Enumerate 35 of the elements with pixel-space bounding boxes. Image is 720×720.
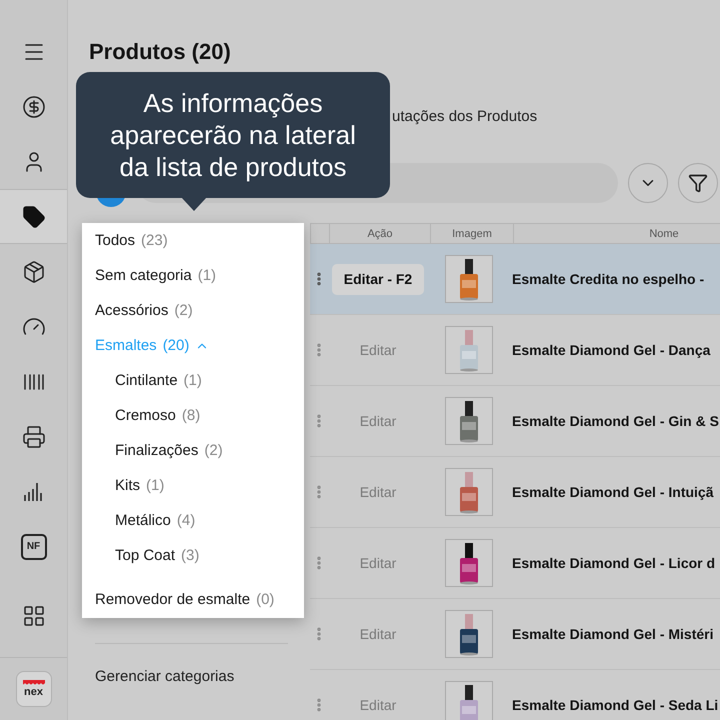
category-label: Acessórios bbox=[95, 302, 168, 319]
category-label: Top Coat bbox=[115, 547, 176, 564]
column-header: Imagem bbox=[430, 224, 513, 243]
product-name: Esmalte Diamond Gel - Seda Li bbox=[511, 697, 718, 713]
category-label: Removedor de esmalte bbox=[95, 591, 250, 608]
category-count: (0) bbox=[256, 591, 274, 608]
tooltip: As informações aparecerão na lateral da lista de produtos bbox=[76, 72, 390, 198]
category-label: Todos bbox=[95, 232, 136, 249]
category-count: (3) bbox=[181, 547, 200, 564]
category-count: (1) bbox=[198, 267, 216, 284]
product-name: Esmalte Diamond Gel - Gin & S bbox=[511, 413, 719, 429]
product-name: Esmalte Diamond Gel - Intuiçã bbox=[511, 484, 714, 500]
category-label: Esmaltes bbox=[95, 337, 157, 354]
product-name: Esmalte Diamond Gel - Licor d bbox=[511, 555, 716, 571]
category-label: Finalizações bbox=[115, 442, 198, 459]
logo-text: nex bbox=[24, 687, 43, 698]
product-name: Esmalte Diamond Gel - Mistéri bbox=[511, 626, 714, 642]
category-count: (23) bbox=[141, 232, 168, 249]
category-count: (4) bbox=[176, 512, 196, 529]
category-count: (1) bbox=[146, 477, 164, 494]
category-count: (20) bbox=[162, 337, 190, 354]
product-name: Esmalte Credita no espelho - bbox=[511, 271, 704, 287]
category-label: Metálico bbox=[115, 512, 171, 529]
category-count: (2) bbox=[204, 442, 223, 459]
category-count: (1) bbox=[184, 372, 202, 389]
category-label: Cremoso bbox=[115, 407, 176, 424]
category-count: (2) bbox=[174, 302, 193, 319]
category-count: (8) bbox=[182, 407, 200, 424]
column-header: Nome bbox=[513, 224, 720, 243]
category-label: Sem categoria bbox=[95, 267, 192, 284]
category-label: Kits bbox=[115, 477, 140, 494]
column-header: Ação bbox=[329, 224, 430, 243]
page-title: Produtos (20) bbox=[89, 38, 232, 66]
product-name: Esmalte Diamond Gel - Dança bbox=[511, 342, 710, 358]
category-label: Cintilante bbox=[115, 372, 178, 389]
